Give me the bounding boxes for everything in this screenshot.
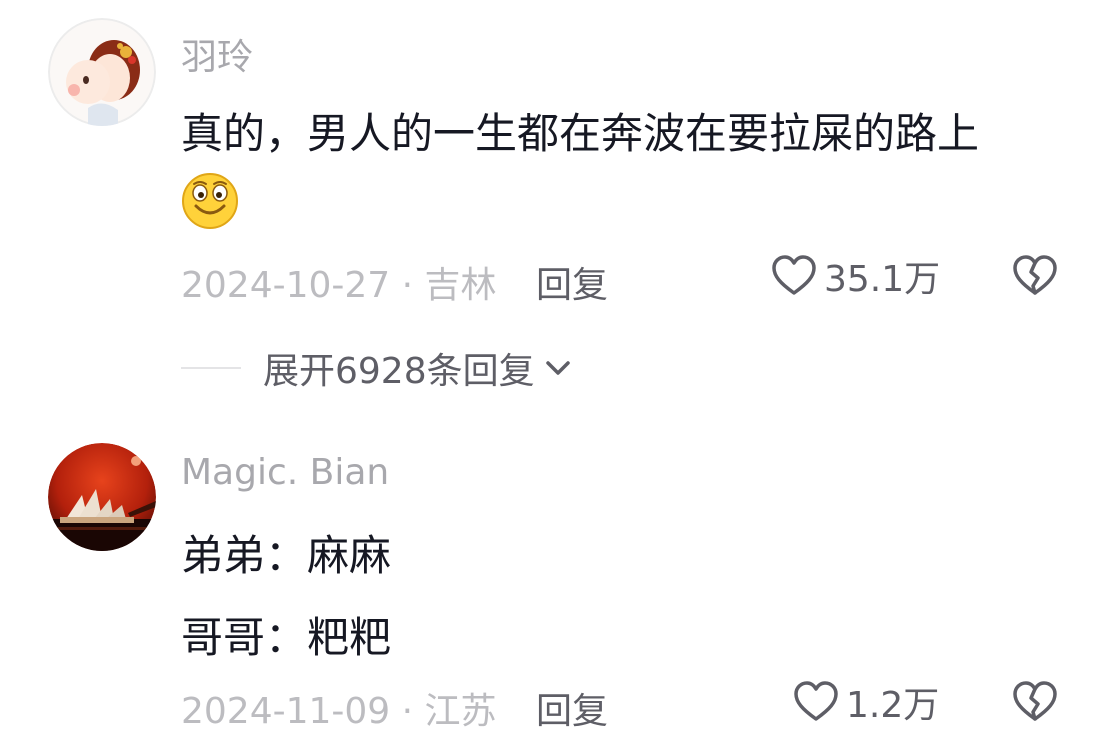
avatar-opera-house-photo bbox=[48, 443, 156, 551]
like-button[interactable]: 35.1万 bbox=[770, 250, 940, 302]
avatar-girl-illustration bbox=[48, 18, 156, 126]
comment-username[interactable]: 羽玲 bbox=[181, 28, 253, 80]
expand-replies-label: 展开6928条回复 bbox=[263, 351, 535, 392]
smile-emoji-icon bbox=[181, 172, 239, 230]
dislike-button[interactable] bbox=[1011, 678, 1059, 726]
like-button[interactable]: 1.2万 bbox=[792, 676, 939, 728]
comment-text: 真的，男人的一生都在奔波在要拉屎的路上 bbox=[181, 109, 980, 158]
like-count: 35.1万 bbox=[824, 259, 941, 300]
heart-outline-icon bbox=[770, 252, 818, 300]
avatar[interactable] bbox=[48, 443, 156, 551]
like-count: 1.2万 bbox=[846, 685, 940, 726]
avatar[interactable] bbox=[48, 18, 156, 126]
expand-replies-button[interactable]: 展开6928条回复 bbox=[181, 342, 575, 394]
heart-outline-icon bbox=[792, 678, 840, 726]
chevron-down-icon bbox=[541, 351, 575, 385]
dislike-button[interactable] bbox=[1011, 252, 1059, 300]
broken-heart-icon bbox=[1011, 255, 1059, 304]
comment-item: 羽玲 真的，男人的一生都在奔波在要拉屎的路上 2024-10-27 · 吉林 回… bbox=[0, 0, 1116, 754]
comment-date-location: 2024-10-27 · 吉林 bbox=[181, 265, 497, 306]
comment-username[interactable]: Magic. Bian bbox=[181, 452, 389, 493]
broken-heart-icon bbox=[1011, 681, 1059, 730]
divider-line bbox=[181, 367, 241, 369]
reply-button[interactable]: 回复 bbox=[536, 256, 608, 308]
reply-button[interactable]: 回复 bbox=[536, 682, 608, 734]
